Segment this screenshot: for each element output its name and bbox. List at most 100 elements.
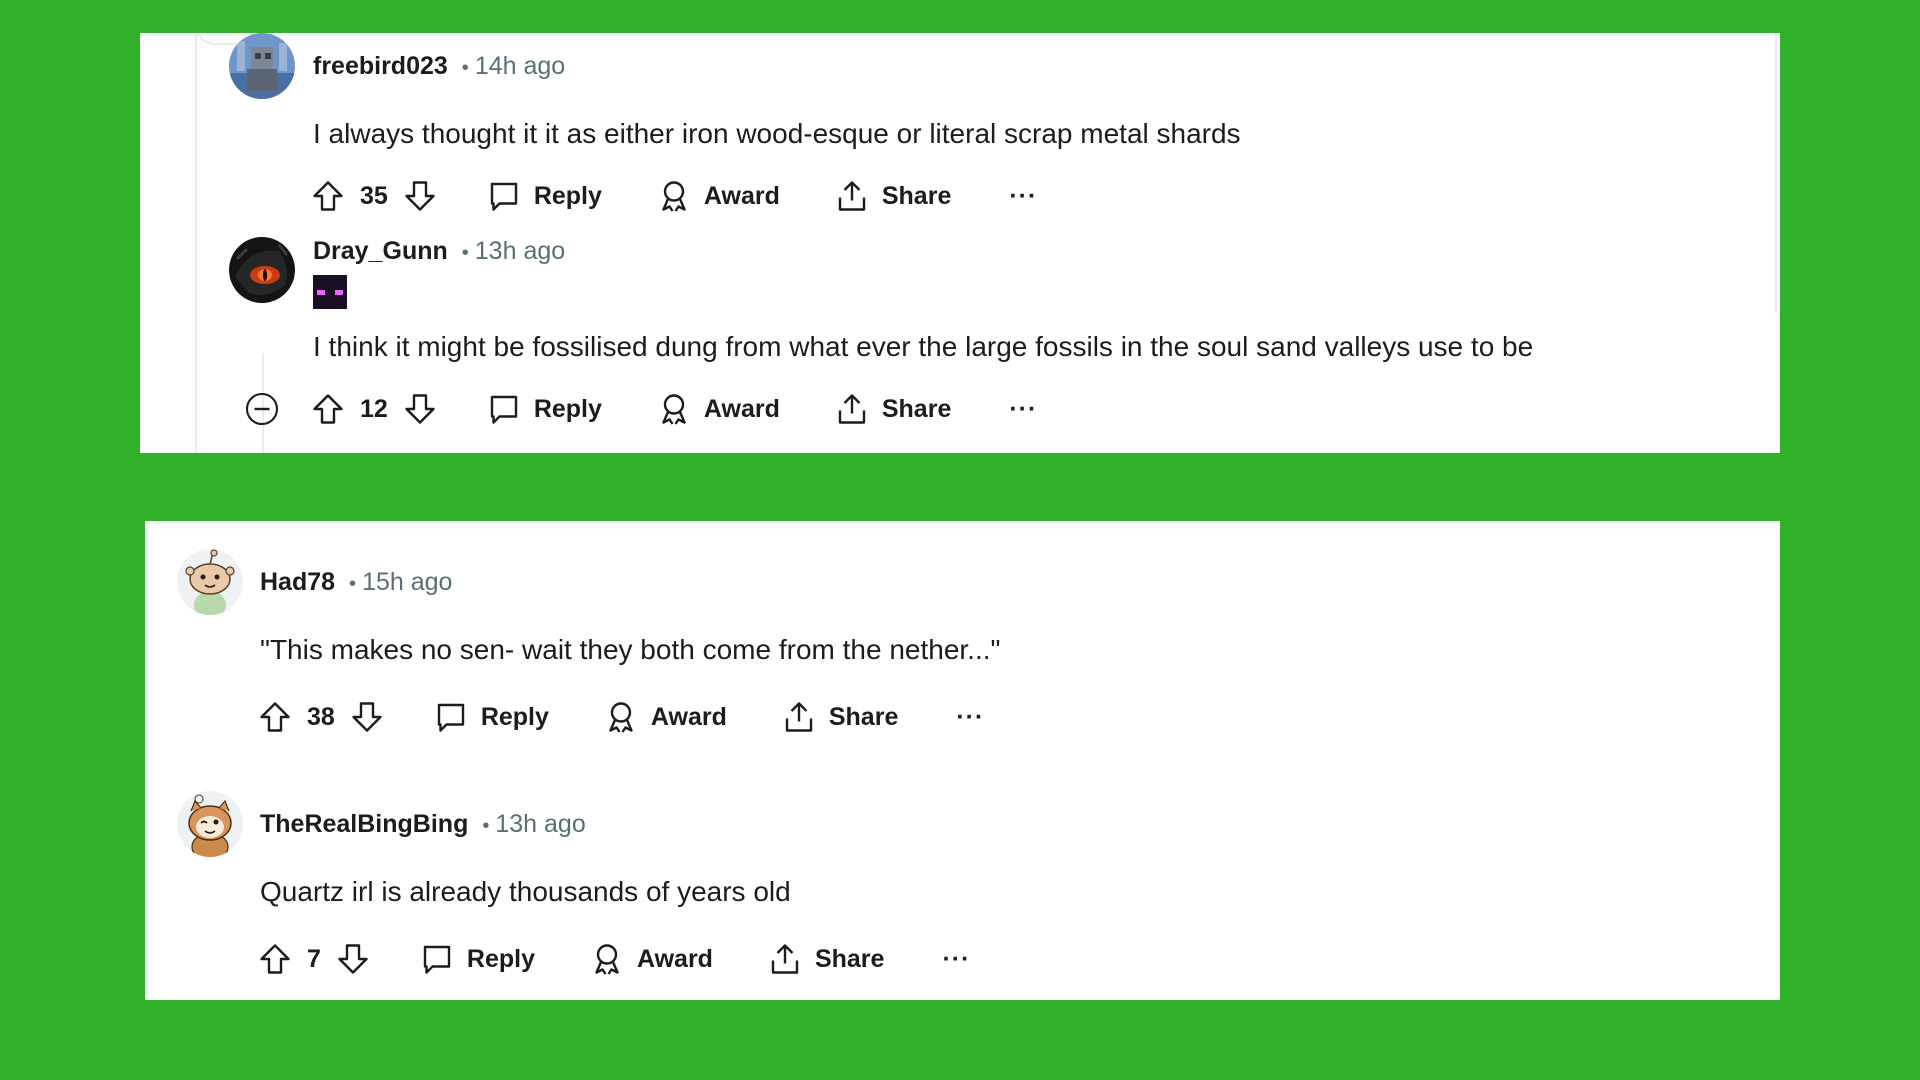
award-label: Award (703, 394, 780, 423)
award-button[interactable]: Award (656, 391, 780, 427)
comment-meta: freebird023 • 14h ago (313, 51, 565, 83)
reply-button[interactable]: Reply (419, 941, 535, 977)
avatar-image (177, 549, 243, 615)
share-label: Share (881, 181, 952, 210)
comment-body: "This makes no sen- wait they both come … (260, 634, 1001, 665)
more-options-icon: ··· (1009, 394, 1038, 423)
username[interactable]: Had78 (260, 568, 335, 596)
reply-button[interactable]: Reply (486, 391, 602, 427)
award-label: Award (703, 181, 780, 210)
upvote-button[interactable] (257, 699, 293, 735)
thread-line-curve (195, 33, 237, 45)
thread-line-right (1775, 33, 1777, 313)
share-button[interactable]: Share (834, 391, 951, 427)
arrow-down-icon (352, 702, 382, 732)
share-upload-icon (838, 181, 866, 211)
user-flair-enderman-icon (313, 275, 347, 309)
award-label: Award (637, 944, 713, 973)
reply-label: Reply (466, 944, 535, 973)
timestamp[interactable]: 15h ago (362, 568, 452, 596)
share-label: Share (814, 944, 885, 973)
comment-actions: 7 Reply Award Share ··· (257, 937, 970, 981)
reply-label: Reply (533, 394, 602, 423)
collapse-thread-button[interactable] (244, 391, 280, 427)
avatar-image (229, 33, 295, 99)
share-button[interactable]: Share (834, 178, 951, 214)
arrow-down-icon (405, 181, 435, 211)
avatar[interactable] (229, 237, 295, 303)
arrow-down-icon (405, 394, 435, 424)
comment-panel-bottom: Had78 • 15h ago "This makes no sen- wait t… (145, 521, 1780, 1000)
avatar-image (177, 791, 243, 857)
avatar[interactable] (177, 791, 243, 857)
flair-eye (335, 290, 343, 295)
timestamp[interactable]: 13h ago (475, 237, 565, 265)
vote-count: 7 (307, 944, 321, 973)
comment-actions: 12 Reply Award Share ··· (244, 387, 1037, 431)
flair-eye (317, 290, 325, 295)
downvote-button[interactable] (349, 699, 385, 735)
downvote-button[interactable] (402, 391, 438, 427)
award-ribbon-icon (662, 394, 686, 425)
username[interactable]: Dray_Gunn (313, 237, 448, 265)
award-label: Award (650, 702, 727, 731)
share-button[interactable]: Share (781, 699, 898, 735)
comment-body: I think it might be fossilised dung from… (313, 331, 1534, 362)
comment-body: Quartz irl is already thousands of years… (260, 876, 791, 907)
comment-actions: 35 Reply Award Share ··· (310, 174, 1037, 218)
reply-label: Reply (480, 702, 549, 731)
minus-circle-icon (245, 392, 279, 426)
separator-dot: • (461, 57, 469, 79)
username[interactable]: freebird023 (313, 52, 448, 80)
username[interactable]: TheRealBingBing (260, 810, 468, 838)
share-upload-icon (785, 702, 813, 732)
avatar[interactable] (177, 549, 243, 615)
comment-meta: Dray_Gunn • 13h ago (313, 236, 565, 268)
comment-meta: Had78 • 15h ago (260, 567, 452, 599)
comment-body: I always thought it it as either iron wo… (313, 118, 1241, 149)
reply-button[interactable]: Reply (486, 178, 602, 214)
upvote-button[interactable] (257, 941, 293, 977)
award-button[interactable]: Award (603, 699, 727, 735)
arrow-up-icon (313, 394, 343, 424)
reply-button[interactable]: Reply (433, 699, 549, 735)
downvote-button[interactable] (402, 178, 438, 214)
arrow-down-icon (338, 944, 368, 974)
share-label: Share (881, 394, 952, 423)
thread-line[interactable] (195, 33, 197, 453)
comment-panel-top: freebird023 • 14h ago I always thought it … (140, 33, 1780, 453)
upvote-button[interactable] (310, 178, 346, 214)
vote-count: 35 (360, 181, 388, 210)
comment-meta: TheRealBingBing • 13h ago (260, 809, 586, 841)
share-button[interactable]: Share (767, 941, 884, 977)
more-options-button[interactable]: ··· (1009, 182, 1037, 211)
separator-dot: • (482, 815, 490, 837)
timestamp[interactable]: 14h ago (475, 52, 565, 80)
reply-label: Reply (533, 181, 602, 210)
separator-dot: • (461, 242, 469, 264)
arrow-up-icon (313, 181, 343, 211)
more-options-button[interactable]: ··· (942, 945, 970, 974)
speech-bubble-icon (490, 395, 518, 424)
avatar-image (229, 237, 295, 303)
vote-count: 38 (307, 702, 335, 731)
more-options-icon: ··· (942, 944, 971, 973)
share-upload-icon (771, 944, 799, 974)
arrow-up-icon (260, 702, 290, 732)
downvote-button[interactable] (335, 941, 371, 977)
award-ribbon-icon (595, 944, 619, 975)
avatar[interactable] (229, 33, 295, 99)
upvote-button[interactable] (310, 391, 346, 427)
share-label: Share (828, 702, 899, 731)
speech-bubble-icon (490, 182, 518, 211)
speech-bubble-icon (437, 703, 465, 732)
more-options-icon: ··· (956, 702, 985, 731)
more-options-button[interactable]: ··· (1009, 395, 1037, 424)
more-options-icon: ··· (1009, 181, 1038, 210)
award-button[interactable]: Award (589, 941, 713, 977)
timestamp[interactable]: 13h ago (495, 810, 585, 838)
more-options-button[interactable]: ··· (956, 703, 984, 732)
comment-actions: 38 Reply Award Share ··· (257, 695, 984, 739)
award-button[interactable]: Award (656, 178, 780, 214)
arrow-up-icon (260, 944, 290, 974)
